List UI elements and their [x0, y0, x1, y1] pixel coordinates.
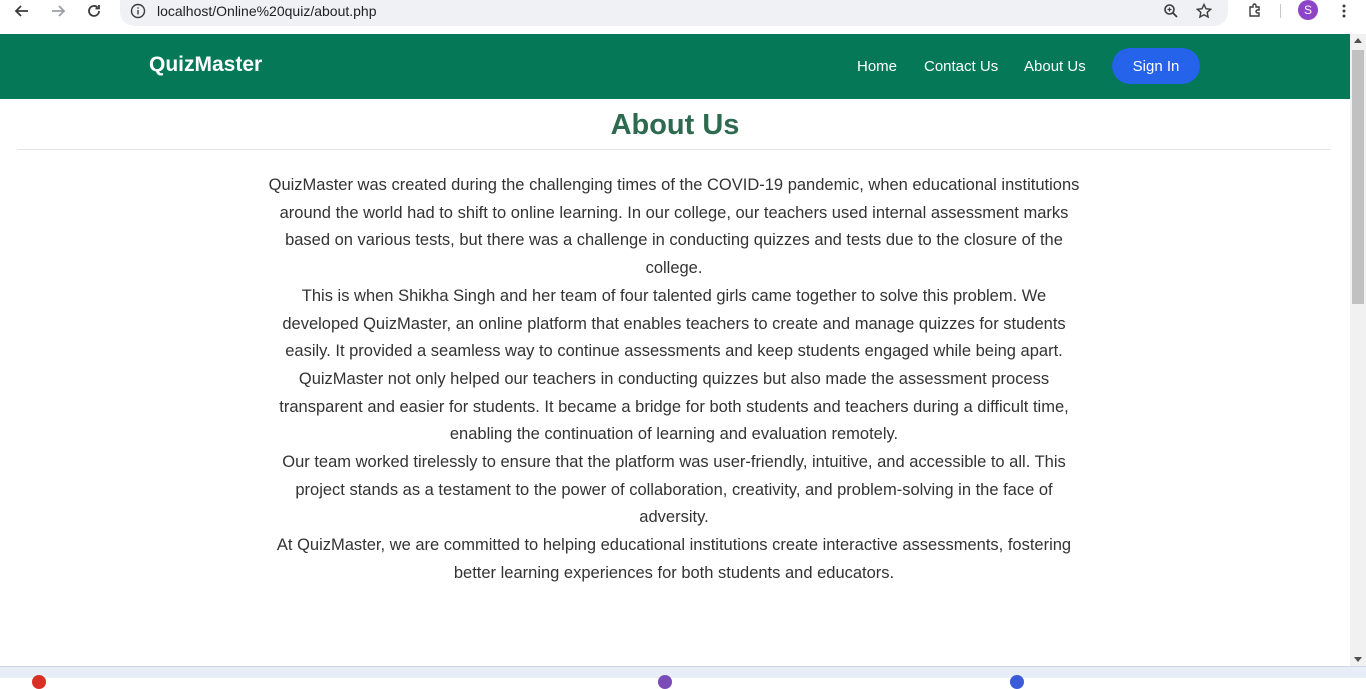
browser-toolbar: localhost/Online%20quiz/about.php S — [0, 0, 1366, 34]
extensions-icon[interactable] — [1244, 0, 1266, 22]
brand-logo[interactable]: QuizMaster — [149, 53, 262, 77]
page-scrollbar[interactable] — [1350, 34, 1366, 666]
about-paragraph: Our team worked tirelessly to ensure tha… — [282, 453, 1066, 527]
about-paragraph: QuizMaster was created during the challe… — [268, 176, 1080, 278]
scroll-thumb[interactable] — [1352, 50, 1364, 304]
taskbar-app-icon[interactable] — [1010, 675, 1024, 689]
back-icon[interactable] — [8, 0, 36, 22]
scroll-down-arrow-icon[interactable] — [1354, 657, 1362, 662]
title-divider — [17, 149, 1331, 150]
page-title: About Us — [610, 109, 740, 141]
toolbar-divider — [1280, 4, 1281, 18]
bookmark-star-icon[interactable] — [1195, 2, 1213, 20]
page-viewport: QuizMaster Home Contact Us About Us Sign… — [0, 34, 1350, 666]
menu-dots-icon[interactable] — [1333, 0, 1355, 22]
about-paragraph: QuizMaster not only helped our teachers … — [279, 369, 1069, 444]
reload-icon[interactable] — [80, 0, 108, 22]
about-paragraph: This is when Shikha Singh and her team o… — [282, 286, 1066, 361]
nav-link-about[interactable]: About Us — [1024, 58, 1086, 75]
taskbar-app-icon[interactable] — [32, 675, 46, 689]
nav-link-home[interactable]: Home — [857, 58, 897, 75]
site-navbar: QuizMaster Home Contact Us About Us Sign… — [0, 34, 1350, 99]
about-paragraph: At QuizMaster, we are committed to helpi… — [276, 536, 1072, 582]
url-text: localhost/Online%20quiz/about.php — [157, 3, 377, 19]
forward-icon[interactable] — [44, 0, 72, 22]
about-content: QuizMaster was created during the challe… — [264, 172, 1084, 588]
zoom-icon[interactable] — [1162, 2, 1180, 20]
scroll-up-arrow-icon[interactable] — [1354, 38, 1362, 43]
taskbar — [0, 666, 1366, 689]
site-info-icon[interactable] — [130, 3, 146, 19]
taskbar-app-icon[interactable] — [658, 675, 672, 689]
address-bar[interactable]: localhost/Online%20quiz/about.php — [120, 0, 1228, 26]
sign-in-button[interactable]: Sign In — [1112, 48, 1200, 84]
nav-link-contact[interactable]: Contact Us — [924, 58, 998, 75]
profile-avatar[interactable]: S — [1298, 0, 1318, 20]
